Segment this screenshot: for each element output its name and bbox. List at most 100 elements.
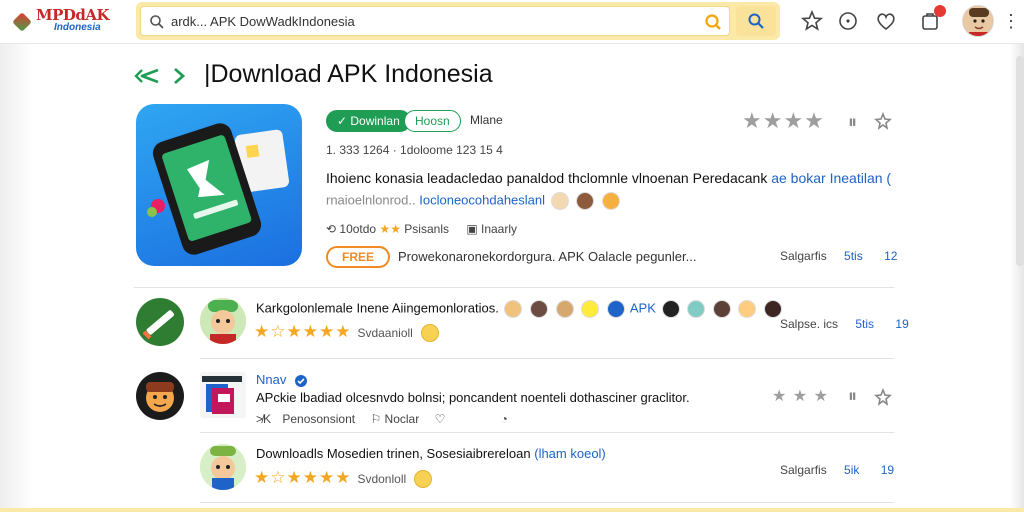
meta-c: 19	[880, 463, 895, 477]
description-link[interactable]: ae bokar Ineatilan (	[771, 170, 891, 186]
tag-secondary[interactable]: Hoosn	[404, 110, 461, 132]
reviewer-avatar-icon[interactable]	[530, 300, 549, 318]
row-2-description: APckie lbadiad olcesnvdo bolnsi; poncand…	[256, 390, 690, 405]
free-button[interactable]: FREE	[326, 246, 390, 268]
reviewer-avatar-icon[interactable]	[606, 300, 625, 318]
row-3-right-meta: Salgarfis 5ik 19	[780, 463, 894, 477]
character-avatar-icon	[200, 298, 246, 344]
app-stats: 1. 333 1264 · 1doloome 123 15 4	[326, 143, 503, 157]
row-1-title: Karkgolonlemale Inene Aiingemonloratios.…	[256, 300, 784, 318]
reviewer-avatar-icon[interactable]	[555, 300, 574, 318]
scrollbar[interactable]	[1016, 56, 1024, 266]
featured-app-icon[interactable]	[136, 104, 302, 266]
divider	[200, 432, 894, 433]
search-clear-icon[interactable]	[703, 12, 723, 32]
row-1-title-text[interactable]: Karkgolonlemale Inene Aiingemonloratios.	[256, 300, 499, 315]
search-button[interactable]	[736, 6, 776, 36]
row-3-rating[interactable]: ★☆★★★★ Svdonloll	[254, 468, 433, 488]
divider	[200, 502, 894, 503]
featured-right-meta: Salgarfis 5tis 12	[780, 249, 897, 263]
row-2-app-icon[interactable]	[136, 372, 184, 420]
description-text: Ihoienc konasia leadacledao panaldod thc…	[326, 170, 768, 186]
rating-label: Psisanls	[404, 222, 449, 236]
row-2-title: Nnav	[256, 372, 308, 388]
free-description: Prowekonaronekordorgura. APK Oalacle peg…	[398, 249, 697, 264]
info-circle-icon[interactable]	[836, 9, 860, 33]
emoji-icon	[414, 469, 433, 488]
row-2-stat-1: Penosonsiont	[282, 412, 356, 426]
download-count-icon: ⟲	[326, 222, 340, 236]
chevron-right-icon[interactable]	[172, 66, 186, 86]
pause-icon[interactable]: ⏸	[848, 386, 857, 407]
back-arrow-icon[interactable]	[134, 66, 160, 86]
phone-illustration-icon	[147, 123, 290, 255]
tag-primary[interactable]: ✓ Dowinlan	[326, 110, 411, 132]
row-3-title: Downloadls Mosedien trinen, Sosesiaibrer…	[256, 446, 606, 461]
reviewer-avatar-icon[interactable]	[764, 300, 782, 318]
rating-row: ⟲ 10otdo ★★ Psisanls ▣ Inaarly	[326, 222, 517, 236]
reviewer-avatar-icon[interactable]	[712, 300, 731, 318]
comment-icon[interactable]: ◔	[501, 412, 508, 426]
avatar-face-icon	[963, 6, 993, 36]
search-icon	[150, 15, 164, 29]
verified-icon	[294, 374, 307, 387]
bookmark-icon[interactable]	[874, 388, 892, 406]
description-link-2[interactable]: Iocloneocohdaheslanl	[419, 192, 545, 207]
featured-description-line2: rnaioelnlonrod.. Iocloneocohdaheslanl	[326, 192, 622, 210]
reviewer-avatar-icon[interactable]	[661, 300, 680, 318]
more-menu-icon[interactable]: ⋮	[1002, 12, 1020, 30]
row-3-title-link[interactable]: (lham koeol)	[534, 446, 606, 461]
reviewer-avatar-icon[interactable]	[601, 192, 620, 210]
star-icon[interactable]	[800, 9, 824, 33]
meta-b[interactable]: 5tis	[855, 317, 874, 331]
notification-badge	[934, 5, 946, 17]
reviewer-avatar-icon[interactable]	[687, 300, 706, 318]
row-3-rating-label: Svdonloll	[357, 472, 407, 486]
meta-a: Salgarfis	[780, 249, 827, 263]
row-2-rating-stars[interactable]: ★ ★ ★	[772, 386, 829, 406]
logo-subtext: Indonesia	[54, 22, 101, 33]
pause-icon[interactable]: ⏸	[848, 112, 857, 133]
row-1-app-icon[interactable]	[136, 298, 184, 346]
slash-icon	[142, 310, 175, 340]
divider	[134, 287, 894, 288]
row-1-title-link[interactable]: APK	[630, 300, 656, 315]
reviewer-avatar-icon[interactable]	[550, 192, 569, 210]
reviewer-avatar-icon[interactable]	[576, 192, 595, 210]
search-submit-icon	[748, 13, 764, 29]
meta-b[interactable]: 5tis	[844, 249, 863, 263]
user-avatar[interactable]	[962, 5, 994, 37]
search-query: ardk... APK DowWadkIndonesia	[171, 14, 355, 29]
heart-icon[interactable]: ♡	[435, 412, 446, 426]
site-logo[interactable]: MPDdAK Indonesia	[8, 4, 110, 38]
left-edge	[0, 44, 34, 512]
bottom-bar	[0, 508, 1024, 512]
row-2-stat-2[interactable]: Noclar	[385, 412, 420, 426]
meta-b[interactable]: 5ik	[844, 463, 859, 477]
reviewer-avatar-icon[interactable]	[504, 300, 523, 318]
row-2-title-text[interactable]: Nnav	[256, 372, 286, 387]
character-avatar-icon	[200, 444, 246, 490]
reviews-icon: ▣	[466, 222, 481, 236]
page-title: |Download APK Indonesia	[204, 60, 493, 88]
reviewer-avatar-icon[interactable]	[581, 300, 600, 318]
meta-c: 19	[895, 317, 909, 331]
flag-icon: ⚐	[370, 412, 385, 426]
secondary-label[interactable]: Inaarly	[481, 222, 517, 236]
row-1-rating[interactable]: ★☆★★★★ Svdaanioll	[254, 322, 439, 342]
thumbnail-icon	[200, 372, 246, 418]
row-1-author-avatar[interactable]	[200, 298, 246, 344]
heart-icon[interactable]	[874, 9, 898, 33]
row-3-title-text[interactable]: Downloadls Mosedien trinen, Sosesiaibrer…	[256, 446, 531, 461]
row-3-author-avatar[interactable]	[200, 444, 246, 490]
notifications-button[interactable]	[918, 5, 946, 33]
reviewer-avatar-icon[interactable]	[738, 300, 757, 318]
emoji-icon	[420, 323, 439, 342]
row-2-thumbnail[interactable]	[200, 372, 246, 418]
meta-label: Mlane	[470, 113, 503, 127]
featured-description: Ihoienc konasia leadacledao panaldod thc…	[326, 170, 891, 186]
row-2-stats: ≯K Penosonsiont ⚐ Noclar ♡ ◔	[256, 412, 508, 426]
bookmark-icon[interactable]	[874, 112, 892, 130]
rating-stars[interactable]: ★★★★	[742, 108, 825, 134]
search-input[interactable]: ardk... APK DowWadkIndonesia	[140, 6, 730, 36]
